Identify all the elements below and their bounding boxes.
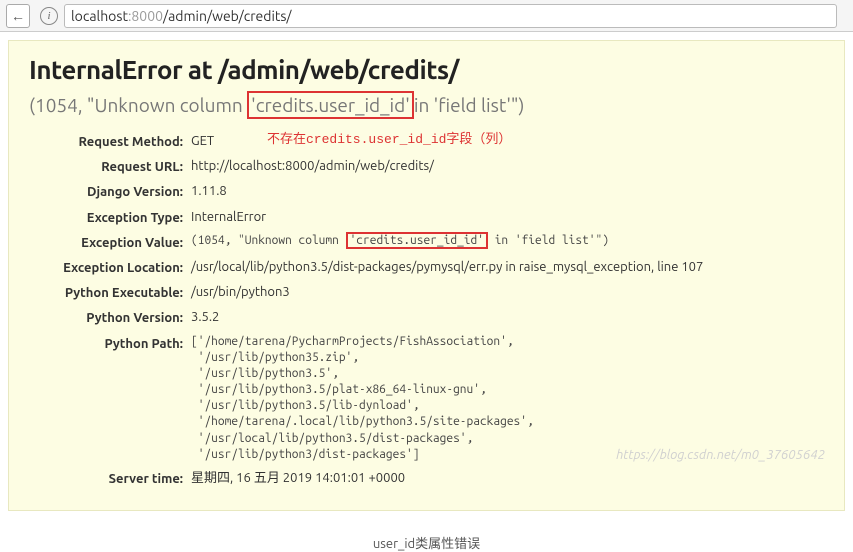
url-port: :8000	[128, 8, 163, 24]
error-page: InternalError at /admin/web/credits/ (10…	[8, 40, 845, 511]
label-python-version: Python Version:	[29, 308, 191, 327]
value-exception-value: (1054, "Unknown column 'credits.user_id_…	[191, 233, 824, 250]
arrow-left-icon: ←	[11, 8, 25, 24]
row-request-url: Request URL: http://localhost:8000/admin…	[29, 157, 824, 176]
label-python-executable: Python Executable:	[29, 283, 191, 302]
back-button[interactable]: ←	[6, 4, 30, 28]
label-server-time: Server time:	[29, 469, 191, 488]
value-server-time: 星期四, 16 五月 2019 14:01:01 +0000	[191, 469, 824, 487]
info-icon[interactable]: i	[40, 7, 58, 25]
label-exception-value: Exception Value:	[29, 233, 191, 252]
label-exception-location: Exception Location:	[29, 258, 191, 277]
row-django-version: Django Version: 1.11.8	[29, 182, 824, 201]
browser-toolbar: ← i localhost:8000/admin/web/credits/	[0, 0, 853, 32]
error-subtitle: (1054, "Unknown column 'credits.user_id_…	[29, 94, 824, 116]
annotation-text: 不存在credits.user_id_id字段（列）	[267, 128, 511, 147]
caption: user_id类属性错误	[0, 533, 853, 552]
value-python-version: 3.5.2	[191, 308, 824, 326]
value-request-url: http://localhost:8000/admin/web/credits/	[191, 157, 824, 175]
label-request-method: Request Method:	[29, 132, 191, 151]
label-request-url: Request URL:	[29, 157, 191, 176]
value-django-version: 1.11.8	[191, 182, 824, 200]
highlighted-column: 'credits.user_id_id'	[247, 91, 414, 119]
row-python-version: Python Version: 3.5.2	[29, 308, 824, 327]
page-title: InternalError at /admin/web/credits/	[29, 55, 824, 84]
url-path: /admin/web/credits/	[163, 8, 292, 24]
exc-val-boxed: 'credits.user_id_id'	[346, 232, 488, 249]
row-python-path: Python Path: ['/home/tarena/PycharmProje…	[29, 334, 824, 464]
label-exception-type: Exception Type:	[29, 208, 191, 227]
value-python-path: ['/home/tarena/PycharmProjects/FishAssoc…	[191, 334, 824, 464]
exc-val-suffix: in 'field list'")	[488, 234, 609, 247]
label-django-version: Django Version:	[29, 182, 191, 201]
subtitle-suffix: in 'field list'")	[414, 94, 525, 116]
details-table: Request Method: GET Request URL: http://…	[29, 132, 824, 488]
row-exception-location: Exception Location: /usr/local/lib/pytho…	[29, 258, 824, 277]
row-exception-value: Exception Value: (1054, "Unknown column …	[29, 233, 824, 252]
label-python-path: Python Path:	[29, 334, 191, 353]
row-python-executable: Python Executable: /usr/bin/python3	[29, 283, 824, 302]
row-server-time: Server time: 星期四, 16 五月 2019 14:01:01 +0…	[29, 469, 824, 488]
value-python-executable: /usr/bin/python3	[191, 283, 824, 301]
value-exception-location: /usr/local/lib/python3.5/dist-packages/p…	[191, 258, 824, 276]
url-host: localhost	[71, 8, 128, 24]
url-bar[interactable]: localhost:8000/admin/web/credits/	[64, 4, 837, 28]
value-exception-type: InternalError	[191, 208, 824, 226]
exc-val-prefix: (1054, "Unknown column	[191, 234, 346, 247]
subtitle-prefix: (1054, "Unknown column	[29, 94, 243, 116]
row-exception-type: Exception Type: InternalError	[29, 208, 824, 227]
